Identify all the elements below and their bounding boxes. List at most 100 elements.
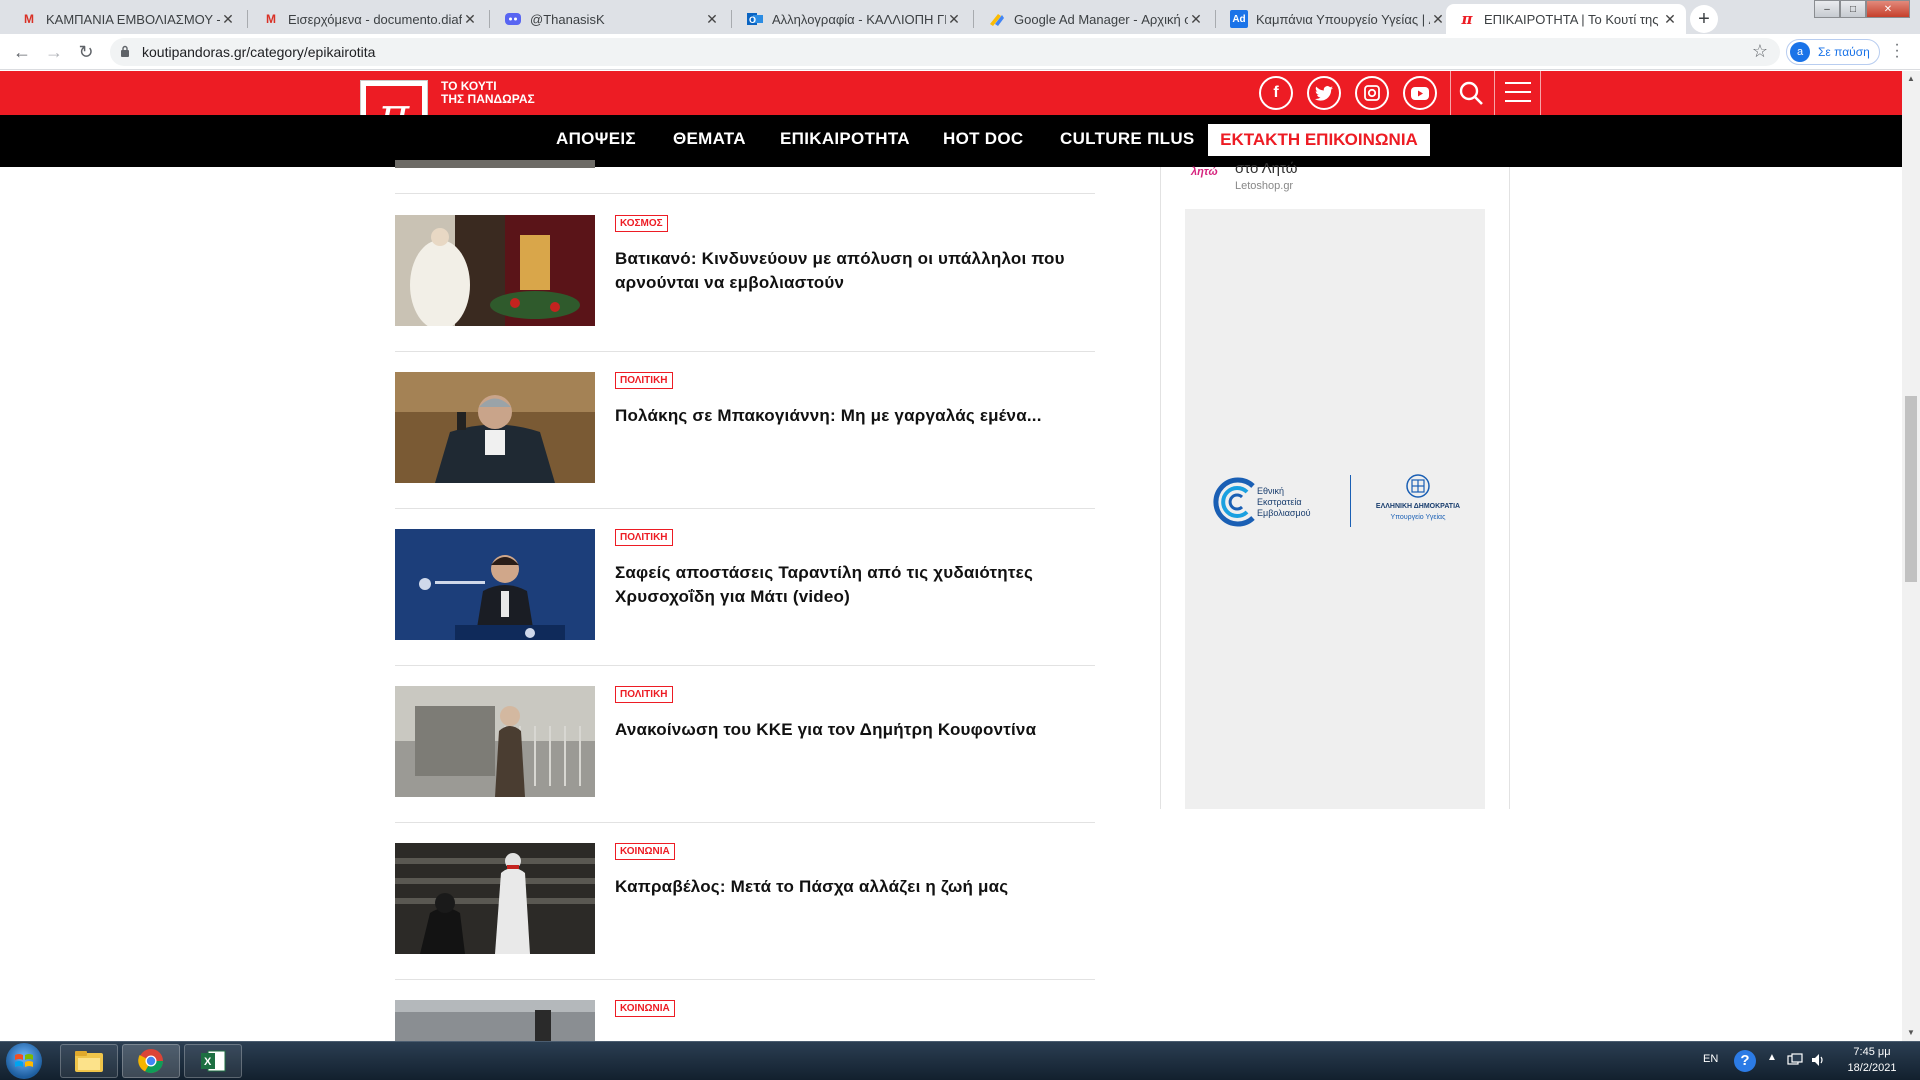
article-category-badge[interactable]: ΠΟΛΙΤΙΚΗ xyxy=(615,529,673,546)
svg-text:O: O xyxy=(749,15,756,25)
tab-title: ΚΑΜΠΑΝΙΑ ΕΜΒΟΛΙΑΣΜΟΥ - do xyxy=(46,11,220,27)
url-text: koutipandoras.gr/category/epikairotita xyxy=(142,44,376,60)
reload-icon[interactable]: ↻ xyxy=(74,40,98,64)
menu-item-epikairotita[interactable]: ΕΠΙΚΑΙΡΟΤΗΤΑ xyxy=(780,129,910,149)
article-thumbnail[interactable] xyxy=(395,843,595,954)
campaign-text-line-2: Εκστρατεία xyxy=(1257,497,1302,507)
clock-date[interactable]: 18/2/2021 xyxy=(1844,1062,1900,1074)
sponsor-logo[interactable]: λητώ xyxy=(1191,166,1225,184)
bookmark-star-icon[interactable]: ☆ xyxy=(1752,41,1768,62)
close-tab-icon[interactable]: ✕ xyxy=(462,11,478,28)
sidebar-ad-banner[interactable]: Εθνική Εκστρατεία Εμβολιασμού ΕΛΛΗΝΙΚΗ Δ… xyxy=(1185,209,1485,809)
instagram-icon[interactable] xyxy=(1355,76,1389,110)
show-hidden-icons-icon[interactable]: ▲ xyxy=(1767,1052,1777,1063)
article-thumbnail[interactable] xyxy=(395,686,595,797)
sponsored-item-title[interactable]: στο Λητώ xyxy=(1235,160,1297,177)
address-bar[interactable]: koutipandoras.gr/category/epikairotita ☆ xyxy=(110,38,1780,66)
twitter-icon[interactable] xyxy=(1307,76,1341,110)
article-category-badge[interactable]: ΠΟΛΙΤΙΚΗ xyxy=(615,372,673,389)
header-divider xyxy=(1494,71,1495,115)
scroll-down-arrow-icon[interactable]: ▼ xyxy=(1902,1026,1920,1040)
start-button[interactable] xyxy=(6,1043,42,1079)
tab-separator xyxy=(1215,10,1216,28)
close-tab-icon[interactable]: ✕ xyxy=(1430,11,1446,28)
article-headline[interactable]: Ανακοίνωση του ΚΚΕ για τον Δημήτρη Κουφο… xyxy=(615,718,1095,742)
clock-time[interactable]: 7:45 μμ xyxy=(1852,1046,1892,1058)
profile-button[interactable]: a Σε παύση xyxy=(1786,39,1880,65)
tab-separator xyxy=(731,10,732,28)
back-icon[interactable]: ← xyxy=(10,40,34,64)
article-thumbnail[interactable] xyxy=(395,1000,595,1041)
close-tab-icon[interactable]: ✕ xyxy=(220,11,236,28)
article-headline[interactable]: Βατικανό: Κινδυνεύουν με απόλυση οι υπάλ… xyxy=(615,247,1095,295)
tab-1[interactable]: M ΚΑΜΠΑΝΙΑ ΕΜΒΟΛΙΑΣΜΟΥ - do ✕ xyxy=(8,4,244,34)
menu-item-themata[interactable]: ΘΕΜΑΤΑ xyxy=(673,129,746,149)
article-category-badge[interactable]: ΚΟΙΝΩΝΙΑ xyxy=(615,843,675,860)
tab-5[interactable]: Google Ad Manager - Αρχική σε ✕ xyxy=(976,4,1212,34)
sponsored-item-source[interactable]: Letoshop.gr xyxy=(1235,180,1293,192)
chrome-icon[interactable] xyxy=(122,1044,180,1078)
article-headline[interactable]: Πολάκης σε Μπακογιάννη: Μη με γαργαλάς ε… xyxy=(615,404,1095,428)
close-window-button[interactable]: ✕ xyxy=(1866,0,1910,18)
tab-6[interactable]: Ad Καμπάνια Υπουργείο Υγείας | Ad ✕ xyxy=(1218,4,1454,34)
ad-manager-icon xyxy=(988,10,1006,28)
new-tab-button[interactable]: + xyxy=(1690,5,1718,33)
network-icon[interactable] xyxy=(1787,1052,1803,1068)
browser-menu-icon[interactable]: · · · xyxy=(1892,37,1902,65)
logo-text[interactable]: ΤΟ ΚΟΥΤΙ ΤΗΣ ΠΑΝΔΩΡΑΣ xyxy=(441,80,535,106)
tab-3[interactable]: @ThanasisK ✕ xyxy=(492,4,728,34)
close-tab-icon[interactable]: ✕ xyxy=(1662,11,1678,28)
scroll-up-arrow-icon[interactable]: ▲ xyxy=(1902,72,1920,86)
menu-item-apopseis[interactable]: ΑΠΟΨΕΙΣ xyxy=(556,129,636,149)
explorer-icon[interactable] xyxy=(60,1044,118,1078)
minimize-button[interactable]: – xyxy=(1814,0,1840,18)
sidebar-divider xyxy=(1160,167,1161,809)
gov-text-line-1: ΕΛΛΗΝΙΚΗ ΔΗΜΟΚΡΑΤΙΑ xyxy=(1375,503,1461,510)
article-divider xyxy=(395,351,1095,352)
menu-item-culture-plus[interactable]: CULTURE ΠLUS xyxy=(1060,129,1195,149)
close-tab-icon[interactable]: ✕ xyxy=(704,11,720,28)
article-category-badge[interactable]: ΠΟΛΙΤΙΚΗ xyxy=(615,686,673,703)
article-divider xyxy=(395,979,1095,980)
language-indicator[interactable]: EN xyxy=(1703,1053,1718,1065)
article-headline[interactable]: Σαφείς αποστάσεις Ταραντίλη από τις χυδα… xyxy=(615,561,1095,609)
forward-icon[interactable]: → xyxy=(42,40,66,64)
tab-title: Καμπάνια Υπουργείο Υγείας | Ad xyxy=(1256,11,1430,27)
menu-item-hot-doc[interactable]: HOT DOC xyxy=(943,129,1023,149)
adwords-icon: Ad xyxy=(1230,10,1248,28)
gov-text-line-2: Υπουργείο Υγείας xyxy=(1390,514,1446,521)
article-thumbnail[interactable] xyxy=(395,529,595,640)
article-category-badge[interactable]: ΚΟΙΝΩΝΙΑ xyxy=(615,1000,675,1017)
tab-title: Αλληλογραφία - ΚΑΛΛΙΟΠΗ ΓΕΩ xyxy=(772,11,946,27)
site-top-bar xyxy=(0,71,1902,115)
article-thumbnail-partial[interactable] xyxy=(395,160,595,168)
facebook-icon[interactable]: f xyxy=(1259,76,1293,110)
hamburger-menu-icon[interactable] xyxy=(1505,82,1531,104)
article-divider xyxy=(395,665,1095,666)
close-tab-icon[interactable]: ✕ xyxy=(1188,11,1204,28)
youtube-icon[interactable] xyxy=(1403,76,1437,110)
article-thumbnail[interactable] xyxy=(395,372,595,483)
tab-separator xyxy=(973,10,974,28)
gmail-icon: M xyxy=(24,12,34,26)
ad-separator xyxy=(1350,475,1351,527)
tab-7-active[interactable]: π ΕΠΙΚΑΙΡΟΤΗΤΑ | Το Κουτί της Πα ✕ xyxy=(1446,4,1686,34)
tab-4[interactable]: O Αλληλογραφία - ΚΑΛΛΙΟΠΗ ΓΕΩ ✕ xyxy=(734,4,970,34)
search-icon[interactable] xyxy=(1458,80,1484,106)
help-icon[interactable]: ? xyxy=(1734,1050,1756,1072)
close-tab-icon[interactable]: ✕ xyxy=(946,11,962,28)
logo-text-line-2: ΤΗΣ ΠΑΝΔΩΡΑΣ xyxy=(441,92,535,106)
article-headline[interactable]: Καπραβέλος: Μετά το Πάσχα αλλάζει η ζωή … xyxy=(615,875,1095,899)
scrollbar-thumb[interactable] xyxy=(1905,396,1917,582)
volume-icon[interactable] xyxy=(1810,1052,1826,1068)
tab-2[interactable]: M Εισερχόμενα - documento.diafim ✕ xyxy=(250,4,486,34)
article-divider xyxy=(395,193,1095,194)
article-category-badge[interactable]: ΚΟΣΜΟΣ xyxy=(615,215,668,232)
article-thumbnail[interactable] xyxy=(395,215,595,326)
menu-item-emergency-contact[interactable]: ΕΚΤΑΚΤΗ ΕΠΙΚΟΙΝΩΝΙΑ xyxy=(1208,124,1430,156)
excel-icon[interactable]: X xyxy=(184,1044,242,1078)
tab-title: Google Ad Manager - Αρχική σε xyxy=(1014,11,1188,27)
article-divider xyxy=(395,508,1095,509)
avatar: a xyxy=(1790,42,1810,62)
maximize-button[interactable]: □ xyxy=(1840,0,1866,18)
